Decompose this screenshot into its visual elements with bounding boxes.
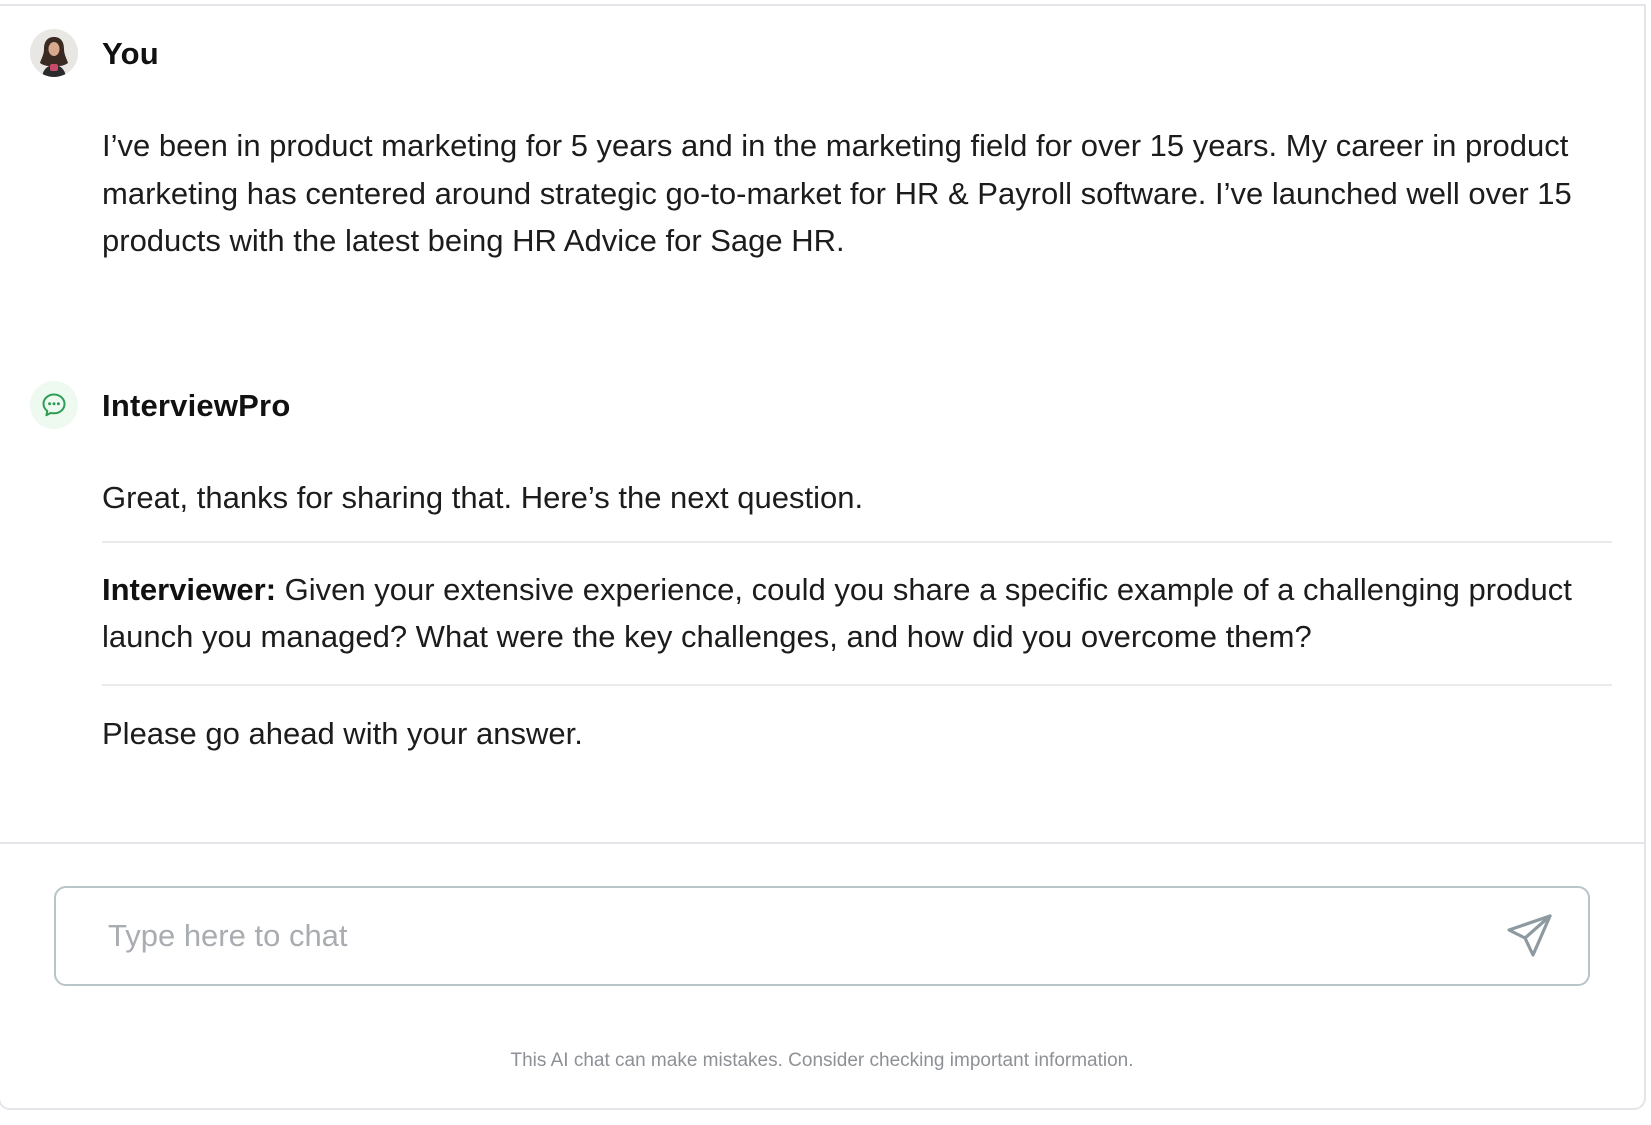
- bot-message-header: InterviewPro: [0, 378, 1644, 432]
- bot-avatar: [30, 381, 78, 429]
- interview-question: Interviewer: Given your extensive experi…: [102, 543, 1612, 684]
- composer-area: This AI chat can make mistakes. Consider…: [0, 842, 1644, 1112]
- disclaimer-text: This AI chat can make mistakes. Consider…: [510, 1050, 1134, 1071]
- chat-window: You I’ve been in product marketing for 5…: [0, 4, 1646, 1110]
- message-list[interactable]: You I’ve been in product marketing for 5…: [0, 6, 1644, 842]
- bot-message: InterviewPro Great, thanks for sharing t…: [0, 378, 1644, 751]
- chat-input[interactable]: [56, 888, 1500, 984]
- user-photo-avatar-icon: [30, 29, 78, 77]
- user-sender-name: You: [102, 36, 159, 71]
- chat-bubble-icon: [42, 393, 66, 417]
- user-message-header: You: [0, 26, 1644, 80]
- bot-closing-text: Please go ahead with your answer.: [102, 715, 583, 751]
- chat-input-box[interactable]: [54, 886, 1590, 986]
- bot-sender-name: InterviewPro: [102, 388, 291, 423]
- user-message: You I’ve been in product marketing for 5…: [0, 26, 1644, 258]
- bot-intro-text: Great, thanks for sharing that. Here’s t…: [102, 480, 864, 515]
- question-text: Given your extensive experience, could y…: [102, 571, 1572, 655]
- user-avatar: [30, 29, 78, 77]
- bot-message-body: Great, thanks for sharing that. Here’s t…: [102, 474, 1612, 757]
- user-message-text: I’ve been in product marketing for 5 yea…: [102, 128, 1572, 258]
- paper-plane-icon: [1507, 914, 1552, 957]
- interviewer-label: Interviewer:: [102, 571, 277, 607]
- send-button[interactable]: [1500, 906, 1560, 966]
